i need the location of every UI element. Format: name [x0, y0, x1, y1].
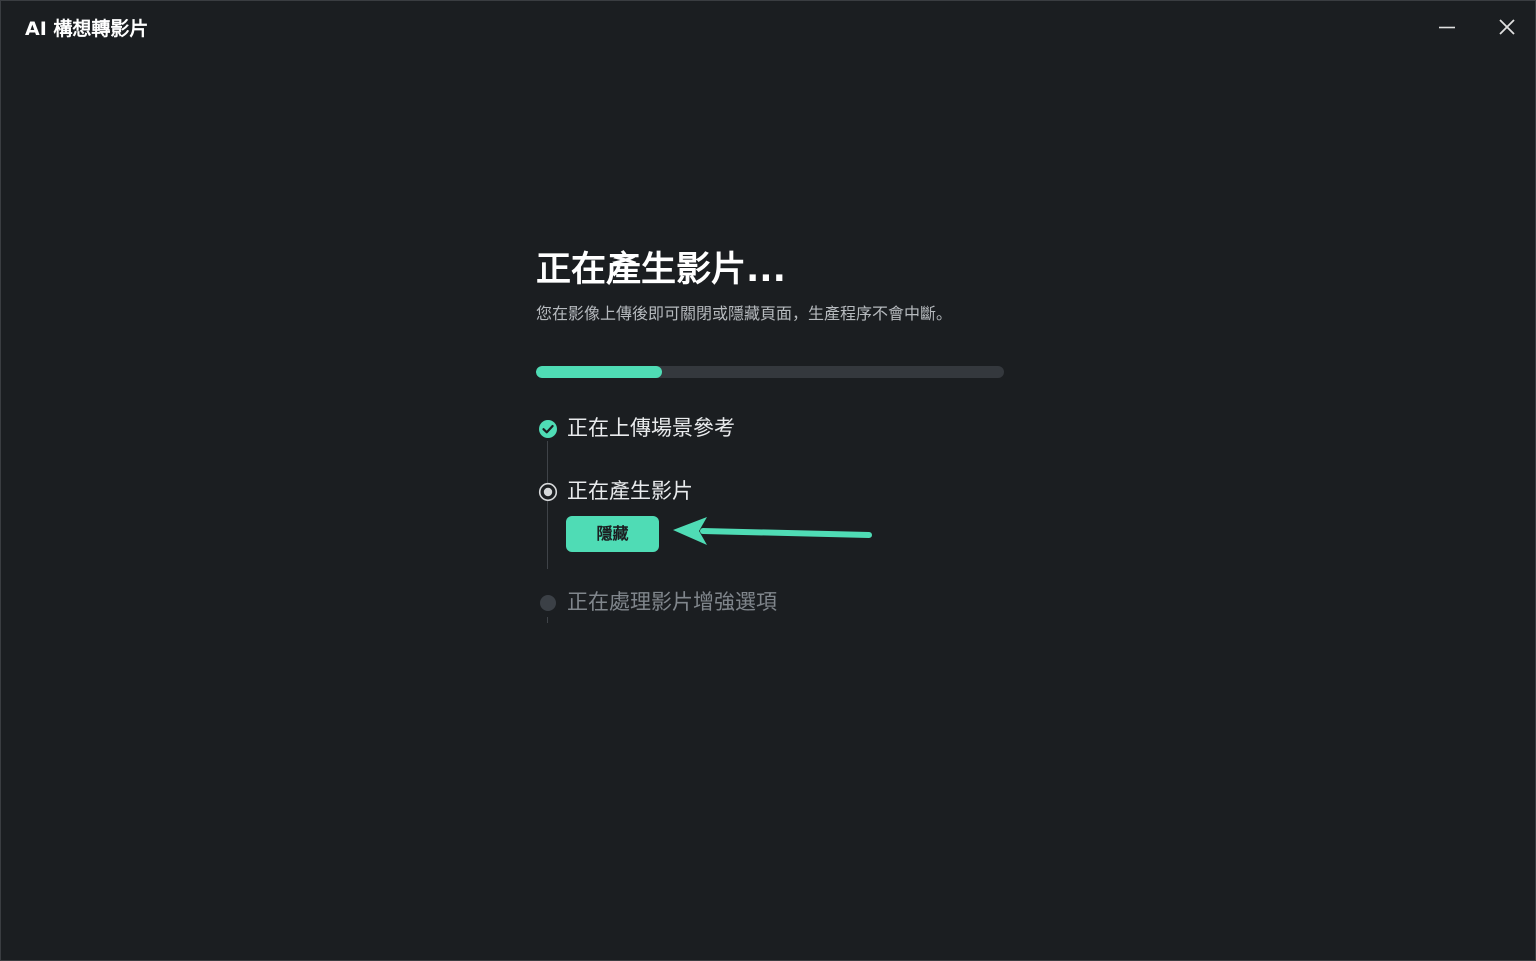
page-title: 正在產生影片... — [536, 250, 786, 290]
title-bar: AI 構想轉影片 — [1, 1, 1535, 53]
generation-panel: 正在產生影片... 您在影像上傳後即可關閉或隱藏頁面，生產程序不會中斷。 正在上… — [536, 247, 1006, 623]
close-icon — [1499, 19, 1515, 35]
minimize-button[interactable] — [1429, 9, 1465, 45]
step-label: 正在產生影片 — [567, 479, 693, 503]
minimize-icon — [1439, 26, 1455, 29]
step-label: 正在處理影片增強選項 — [567, 590, 777, 614]
app-window: AI 構想轉影片 正在產生影片... 您在影像上傳後即可關閉或隱藏頁面，生產程序… — [0, 0, 1536, 961]
step-connector — [547, 441, 548, 569]
radio-active-icon — [538, 482, 558, 502]
arrow-left-icon — [673, 517, 872, 545]
progress-bar — [536, 366, 1004, 378]
step-connector — [547, 617, 548, 623]
check-circle-icon — [539, 420, 557, 438]
dot-pending-icon — [540, 595, 556, 611]
progress-fill — [536, 366, 663, 378]
step-label: 正在上傳場景參考 — [567, 416, 735, 440]
window-title: AI 構想轉影片 — [25, 18, 149, 40]
close-button[interactable] — [1489, 9, 1525, 45]
hide-button[interactable]: 隱藏 — [566, 516, 659, 552]
page-subtitle: 您在影像上傳後即可關閉或隱藏頁面，生產程序不會中斷。 — [536, 304, 953, 323]
